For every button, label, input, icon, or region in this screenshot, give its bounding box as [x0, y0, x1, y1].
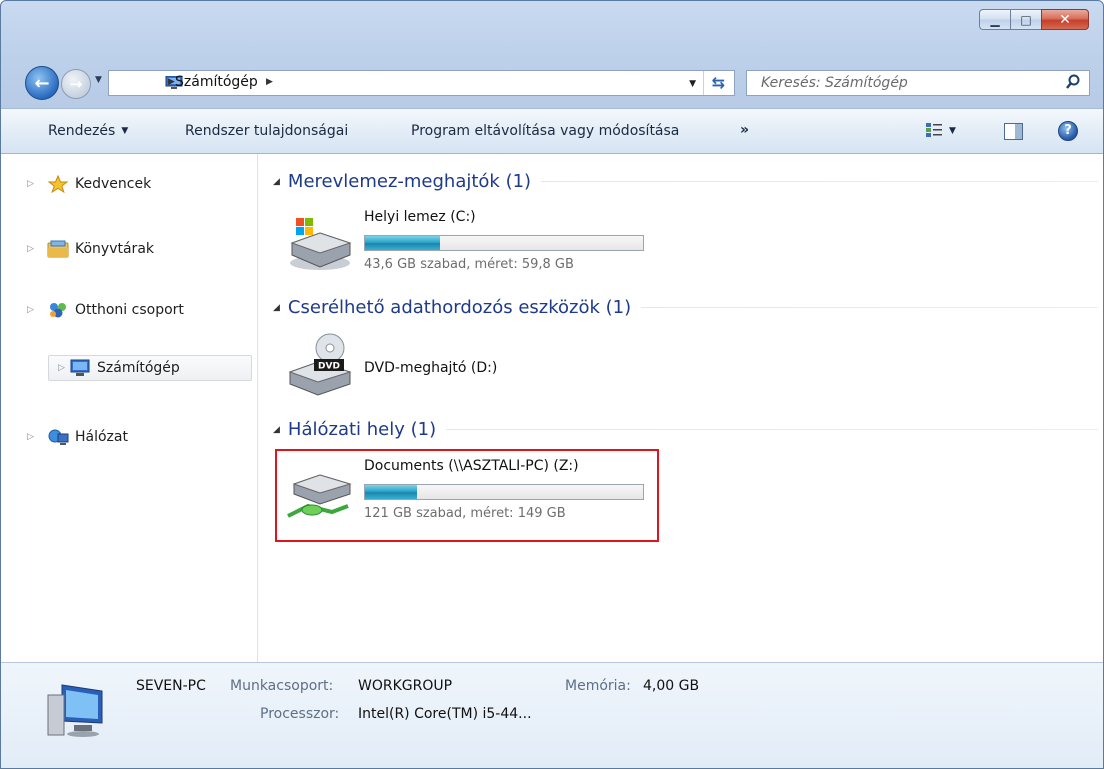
sidebar-item-label: Hálózat: [75, 429, 128, 445]
drives-pane: ◢ Merevlemez-meghajtók (1) Helyi lemez (…: [259, 154, 1103, 662]
expand-icon[interactable]: ▷: [27, 432, 34, 442]
navigation-pane: ▷ Kedvencek ▷ Könyvtárak ▷ Otthoni csopo…: [1, 154, 258, 662]
expand-icon[interactable]: ▷: [27, 244, 34, 254]
sidebar-item-label: Otthoni csoport: [75, 302, 184, 318]
content-area: ▷ Kedvencek ▷ Könyvtárak ▷ Otthoni csopo…: [1, 154, 1103, 662]
breadcrumb-separator[interactable]: ▶: [168, 77, 175, 87]
sidebar-item-favorites[interactable]: ▷ Kedvencek: [27, 171, 152, 197]
memory-label: Memória:: [565, 678, 631, 694]
minimize-button[interactable]: ▁: [979, 9, 1010, 30]
back-arrow-icon: ←: [34, 72, 50, 94]
group-title: Hálózati hely (1): [287, 419, 437, 440]
group-divider: [641, 307, 1098, 308]
drive-usage-bar: [364, 235, 644, 251]
highlight-box: [275, 449, 659, 542]
expand-icon[interactable]: ▷: [58, 363, 65, 373]
drive-name: Helyi lemez (C:): [364, 209, 476, 225]
history-dropdown-icon[interactable]: ▼: [95, 75, 102, 85]
collapse-icon[interactable]: ◢: [273, 177, 280, 187]
dvd-drive-icon: DVD: [288, 333, 352, 396]
close-button[interactable]: ✕: [1041, 9, 1089, 30]
details-pane: SEVEN-PC Munkacsoport: WORKGROUP Memória…: [1, 662, 1103, 768]
sidebar-item-label: Könyvtárak: [75, 241, 155, 257]
address-divider: [703, 71, 704, 95]
organize-label: Rendezés: [48, 123, 116, 139]
drive-size-text: 43,6 GB szabad, méret: 59,8 GB: [364, 257, 574, 272]
hard-drive-icon: [290, 218, 352, 270]
expand-icon[interactable]: ▷: [27, 179, 34, 189]
star-icon: [47, 175, 69, 193]
sidebar-item-libraries[interactable]: ▷ Könyvtárak: [27, 236, 155, 262]
close-icon: ✕: [1059, 11, 1071, 28]
libraries-icon: [47, 240, 69, 258]
collapse-icon[interactable]: ◢: [273, 303, 280, 313]
workgroup-label: Munkacsoport:: [230, 678, 334, 694]
minimize-icon: ▁: [990, 12, 1000, 27]
collapse-icon[interactable]: ◢: [273, 425, 280, 435]
processor-label: Processzor:: [260, 706, 340, 722]
computer-icon: [70, 359, 90, 376]
group-header-hard-drives[interactable]: ◢ Merevlemez-meghajtók (1): [273, 171, 1098, 192]
expand-icon[interactable]: ▷: [27, 305, 34, 315]
group-title: Cserélhető adathordozós eszközök (1): [287, 297, 632, 318]
drive-usage-fill: [365, 236, 441, 250]
address-bar[interactable]: ▶ Számítógép ▶ ▼ ⇆: [108, 70, 735, 96]
pc-name: SEVEN-PC: [136, 678, 206, 694]
organize-button[interactable]: Rendezés ▼: [48, 123, 128, 139]
navigation-row: ← → ▼ ▶ Számítógép ▶ ▼ ⇆: [1, 63, 1103, 103]
caption-buttons: ▁ □ ✕: [979, 9, 1089, 30]
address-dropdown-icon[interactable]: ▼: [689, 79, 696, 89]
processor-value: Intel(R) Core(TM) i5-44...: [358, 706, 532, 722]
search-input[interactable]: [761, 72, 1061, 94]
forward-button[interactable]: →: [61, 69, 91, 99]
memory-value: 4,00 GB: [643, 678, 700, 694]
group-divider: [541, 181, 1098, 182]
homegroup-icon: [50, 303, 66, 318]
network-icon: [48, 429, 69, 445]
maximize-button[interactable]: □: [1010, 9, 1041, 30]
group-header-network-location[interactable]: ◢ Hálózati hely (1): [273, 419, 1098, 440]
chevron-down-icon: ▼: [121, 126, 129, 136]
refresh-icon[interactable]: ⇆: [712, 73, 725, 92]
computer-icon: [47, 684, 103, 737]
dvd-badge-label: DVD: [318, 362, 340, 372]
more-commands-button[interactable]: »: [740, 122, 749, 138]
maximize-icon: □: [1020, 12, 1032, 27]
command-bar: Rendezés ▼ Rendszer tulajdonságai Program…: [1, 108, 1103, 154]
sidebar-item-homegroup[interactable]: ▷ Otthoni csoport: [27, 297, 184, 323]
breadcrumb-separator[interactable]: ▶: [266, 77, 273, 87]
view-dropdown-icon[interactable]: ▼: [949, 126, 956, 136]
search-icon[interactable]: [1065, 74, 1081, 90]
group-title: Merevlemez-meghajtók (1): [287, 171, 532, 192]
preview-pane-icon[interactable]: [1004, 123, 1023, 140]
help-icon[interactable]: ?: [1058, 121, 1078, 141]
sidebar-item-label: Kedvencek: [75, 176, 152, 192]
system-properties-button[interactable]: Rendszer tulajdonságai: [185, 123, 348, 139]
group-divider: [446, 429, 1098, 430]
workgroup-value: WORKGROUP: [358, 678, 453, 694]
drive-name: DVD-meghajtó (D:): [364, 360, 498, 376]
group-header-removable[interactable]: ◢ Cserélhető adathordozós eszközök (1): [273, 297, 1098, 318]
change-view-icon[interactable]: [925, 122, 943, 138]
breadcrumb-computer[interactable]: Számítógép: [175, 74, 258, 90]
back-button[interactable]: ←: [25, 66, 59, 100]
uninstall-program-button[interactable]: Program eltávolítása vagy módosítása: [411, 123, 679, 139]
search-box[interactable]: [746, 70, 1090, 96]
forward-arrow-icon: →: [69, 75, 83, 93]
sidebar-item-network[interactable]: ▷ Hálózat: [27, 424, 128, 450]
sidebar-item-label: Számítógép: [97, 360, 180, 376]
explorer-window: ▁ □ ✕ ← → ▼ ▶ Számítógép ▶ ▼ ⇆ Keresés: …: [0, 0, 1104, 769]
sidebar-item-computer[interactable]: ▷ Számítógép: [48, 355, 252, 381]
